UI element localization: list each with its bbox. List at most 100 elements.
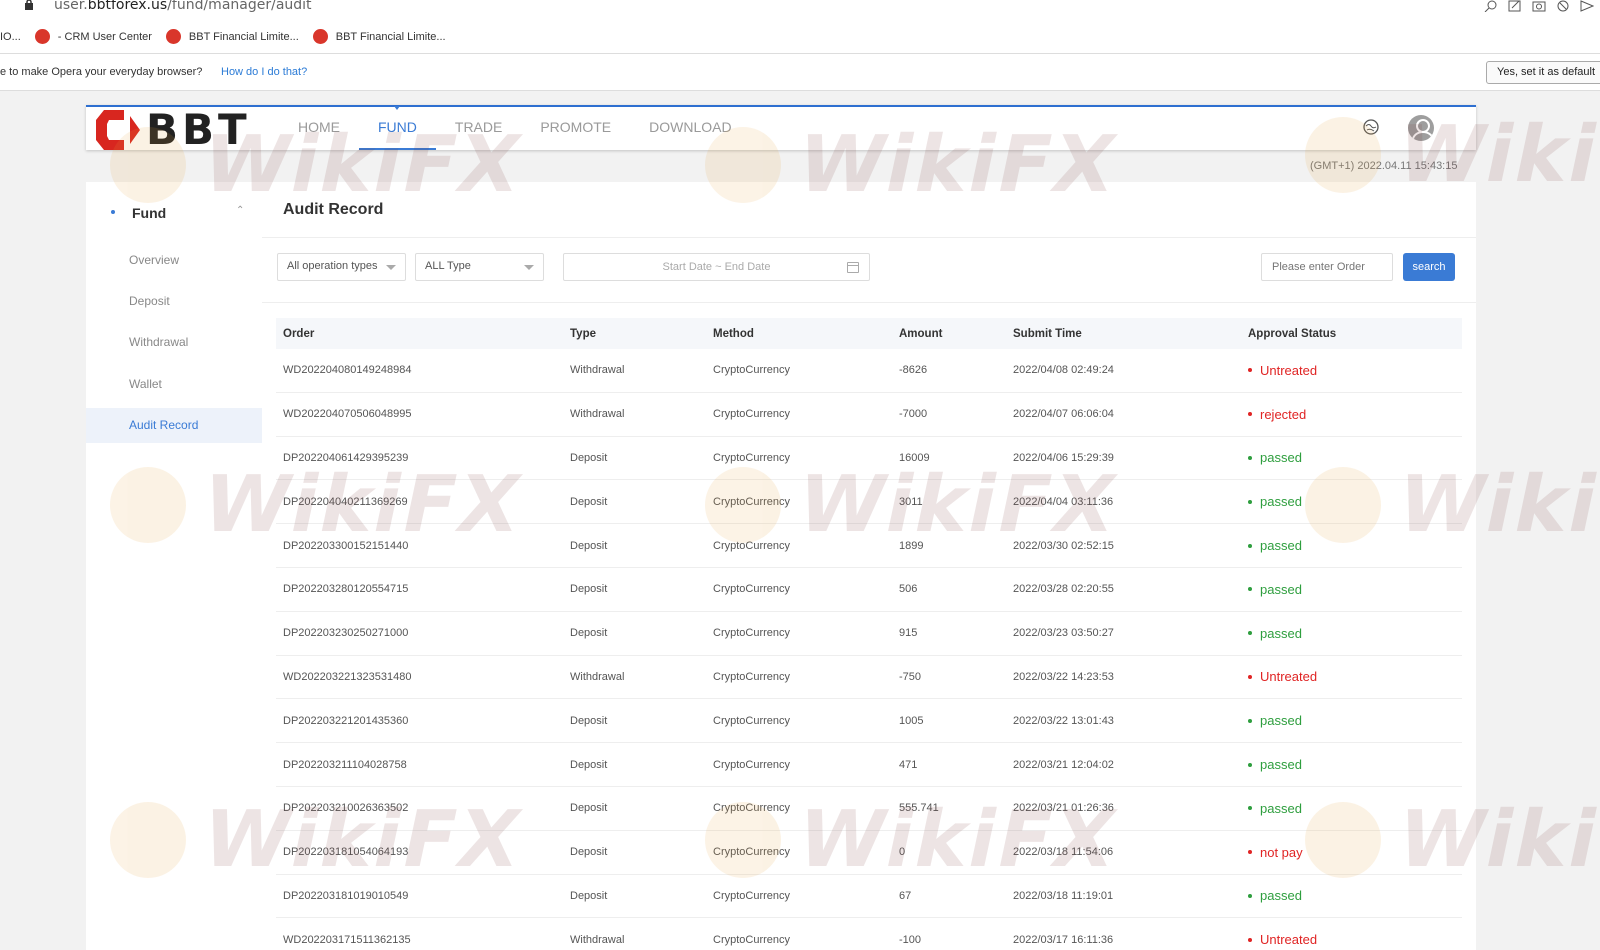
logo-text: BBT [146,104,251,154]
method-cell: CryptoCurrency [713,758,791,771]
submit-time-cell: 2022/03/22 14:23:53 [1013,670,1114,683]
search-button[interactable]: search [1403,253,1455,281]
amount-cell: 0 [899,846,906,859]
camera-icon[interactable] [1532,0,1546,12]
status-dot-icon [1248,718,1252,723]
table-row[interactable]: DP202203210026363502 Deposit CryptoCurrenc… [276,787,1462,831]
main-panel: Audit Record All operation types ALL Typ… [262,182,1476,950]
status-badge: passed [1248,787,1302,830]
shield-icon[interactable] [1556,0,1570,12]
type-cell: Deposit [570,539,608,552]
method-cell: CryptoCurrency [713,846,791,859]
amount-cell: 16009 [899,451,930,464]
table-row[interactable]: WD202203171511362135 Withdrawal CryptoCurr… [276,918,1462,950]
table-row[interactable]: DP202203211104028758 Deposit CryptoCurrenc… [276,743,1462,787]
date-range-picker[interactable]: Start Date ~ End Date [563,253,870,281]
submit-time-cell: 2022/04/06 15:29:39 [1013,451,1114,464]
table-row[interactable]: DP202203230250271000 Deposit CryptoCurrenc… [276,612,1462,656]
bookmark-item[interactable]: IO... [0,31,21,43]
status-badge: passed [1248,875,1302,918]
timezone-clock: (GMT+1) 2022.04.11 15:43:15 [1310,160,1458,172]
status-badge: passed [1248,568,1302,611]
header-icons [1362,115,1434,141]
col-amount[interactable]: Amount [899,318,942,349]
method-cell: CryptoCurrency [713,583,791,596]
order-cell: DP202203280120554715 [283,583,409,596]
order-cell: DP202204040211369269 [283,495,408,508]
logo-mark-icon [94,108,140,152]
nav-home[interactable]: HOME [279,107,359,150]
table-row[interactable]: DP202203181054064193 Deposit CryptoCurrenc… [276,831,1462,875]
table-row[interactable]: DP202204061429395239 Deposit CryptoCurrenc… [276,437,1462,481]
operation-type-select[interactable]: All operation types [277,253,406,281]
language-icon[interactable] [1362,118,1380,139]
nav-promote[interactable]: PROMOTE [521,107,630,150]
status-badge: not pay [1248,831,1303,874]
crm-logo-icon [34,29,50,44]
col-order[interactable]: Order [283,318,314,349]
col-type[interactable]: Type [570,318,596,349]
set-default-button[interactable]: Yes, set it as default [1486,61,1600,84]
method-cell: CryptoCurrency [713,802,791,815]
bookmark-item[interactable]: BBT Financial Limite... [165,29,299,44]
table-row[interactable]: DP202203300152151440 Deposit CryptoCurrenc… [276,524,1462,568]
how-link[interactable]: How do I do that? [221,66,307,78]
address-bar[interactable]: user.bbtforex.us/fund/manager/audit [0,0,1600,20]
status-badge: passed [1248,480,1302,523]
sidebar-item-overview[interactable]: Overview [86,243,262,278]
type-cell: Deposit [570,583,608,596]
type-cell: Withdrawal [570,933,625,946]
status-dot-icon [1248,893,1252,898]
main-nav: HOME FUND TRADE PROMOTE DOWNLOAD [279,106,751,150]
sidebar-item-deposit[interactable]: Deposit [86,284,262,319]
order-search-input[interactable] [1261,253,1393,281]
col-method[interactable]: Method [713,318,754,349]
table-row[interactable]: WD202203221323531480 Withdrawal CryptoCurr… [276,656,1462,700]
status-badge: passed [1248,699,1302,742]
type-select[interactable]: ALL Type [415,253,544,281]
status-dot-icon [1248,499,1252,504]
submit-time-cell: 2022/03/21 12:04:02 [1013,758,1114,771]
status-text: passed [1260,450,1302,466]
submit-time-cell: 2022/03/30 02:52:15 [1013,539,1114,552]
status-text: passed [1260,625,1302,641]
url-text[interactable]: user.bbtforex.us/fund/manager/audit [54,0,312,13]
search-icon[interactable] [1484,0,1498,13]
col-approval-status[interactable]: Approval Status [1248,318,1336,349]
order-cell: DP202203181019010549 [283,889,409,902]
status-dot-icon [1248,412,1252,417]
amount-cell: 1005 [899,714,924,727]
method-cell: CryptoCurrency [713,714,791,727]
table-row[interactable]: DP202204040211369269 Deposit CryptoCurrenc… [276,480,1462,525]
nav-trade[interactable]: TRADE [436,107,521,150]
chevron-down-icon [524,265,534,270]
amount-cell: -7000 [899,408,928,421]
edit-icon[interactable] [1508,0,1522,12]
order-cell: DP202203300152151440 [283,539,409,552]
sidebar-item-audit-record[interactable]: Audit Record [86,408,262,443]
table-row[interactable]: DP202203280120554715 Deposit CryptoCurrenc… [276,568,1462,612]
table-row[interactable]: DP202203181019010549 Deposit CryptoCurrenc… [276,875,1462,919]
sidebar-item-wallet[interactable]: Wallet [86,367,262,402]
send-icon[interactable] [1580,0,1595,12]
bookmark-item[interactable]: BBT Financial Limite... [312,29,446,44]
sidebar-item-withdrawal[interactable]: Withdrawal [86,325,262,360]
table-row[interactable]: WD202204070506048995 Withdrawal CryptoCurr… [276,393,1462,437]
avatar[interactable] [1408,115,1434,141]
status-text: Untreated [1260,362,1318,378]
bookmark-item[interactable]: - CRM User Center [34,29,152,44]
type-cell: Withdrawal [570,408,625,421]
nav-fund[interactable]: FUND [359,106,436,150]
browser-tools [1484,0,1595,13]
col-submit-time[interactable]: Submit Time [1013,318,1082,349]
brand-logo[interactable]: BBT [94,107,251,152]
nav-download[interactable]: DOWNLOAD [630,107,750,150]
status-dot-icon [1248,631,1252,636]
amount-cell: 67 [899,889,912,902]
order-cell: DP202203181054064193 [283,846,409,859]
table-row[interactable]: DP202203221201435360 Deposit CryptoCurrenc… [276,699,1462,744]
table-row[interactable]: WD202204080149248984 Withdrawal CryptoCurr… [276,349,1462,393]
status-dot-icon [1248,368,1252,373]
sidebar-section-fund[interactable]: Fund ⌃ [86,200,262,228]
default-browser-notice: e to make Opera your everyday browser? H… [0,54,1600,91]
